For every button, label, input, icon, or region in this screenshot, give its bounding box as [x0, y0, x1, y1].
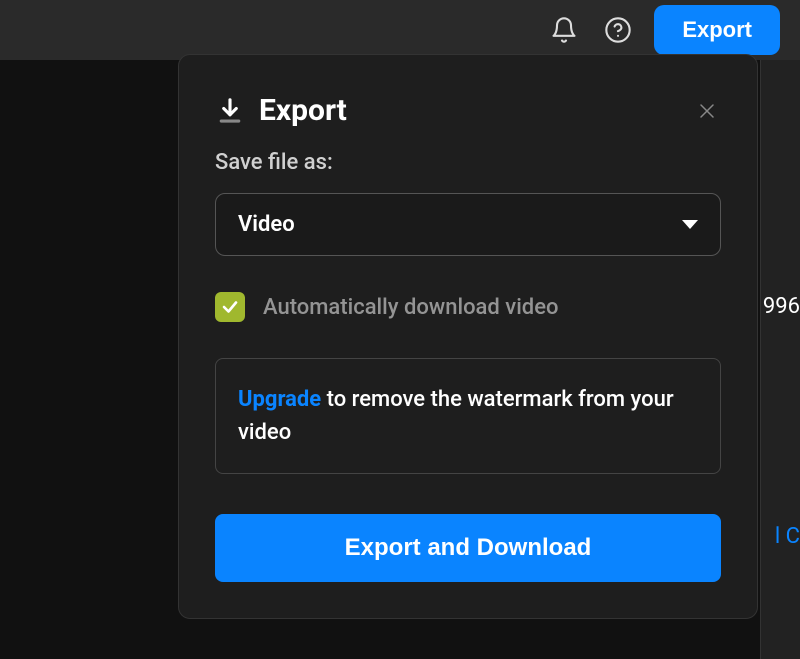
dialog-title: Export	[259, 93, 347, 128]
partial-text: 996	[761, 290, 800, 323]
dialog-header: Export	[215, 93, 721, 128]
help-button[interactable]	[600, 12, 636, 48]
save-as-label: Save file as:	[215, 150, 721, 175]
check-icon	[221, 298, 239, 316]
export-button[interactable]: Export	[654, 5, 780, 55]
bell-icon	[550, 16, 578, 44]
help-icon	[604, 16, 632, 44]
topbar: Export	[0, 0, 800, 60]
select-value: Video	[238, 212, 295, 237]
download-icon	[215, 96, 245, 126]
right-panel	[760, 60, 800, 659]
export-and-download-button[interactable]: Export and Download	[215, 514, 721, 582]
file-type-select[interactable]: Video	[215, 193, 721, 256]
close-button[interactable]	[693, 97, 721, 125]
partial-link-text[interactable]: l C	[773, 520, 800, 553]
close-icon	[698, 102, 716, 120]
chevron-down-icon	[682, 220, 698, 229]
auto-download-checkbox[interactable]	[215, 292, 245, 322]
upgrade-link[interactable]: Upgrade	[238, 387, 321, 412]
auto-download-row: Automatically download video	[215, 292, 721, 322]
export-dialog: Export Save file as: Video Automatically…	[178, 54, 758, 619]
notifications-button[interactable]	[546, 12, 582, 48]
auto-download-label: Automatically download video	[263, 295, 558, 320]
dialog-title-wrap: Export	[215, 93, 347, 128]
upgrade-notice: Upgrade to remove the watermark from you…	[215, 358, 721, 474]
